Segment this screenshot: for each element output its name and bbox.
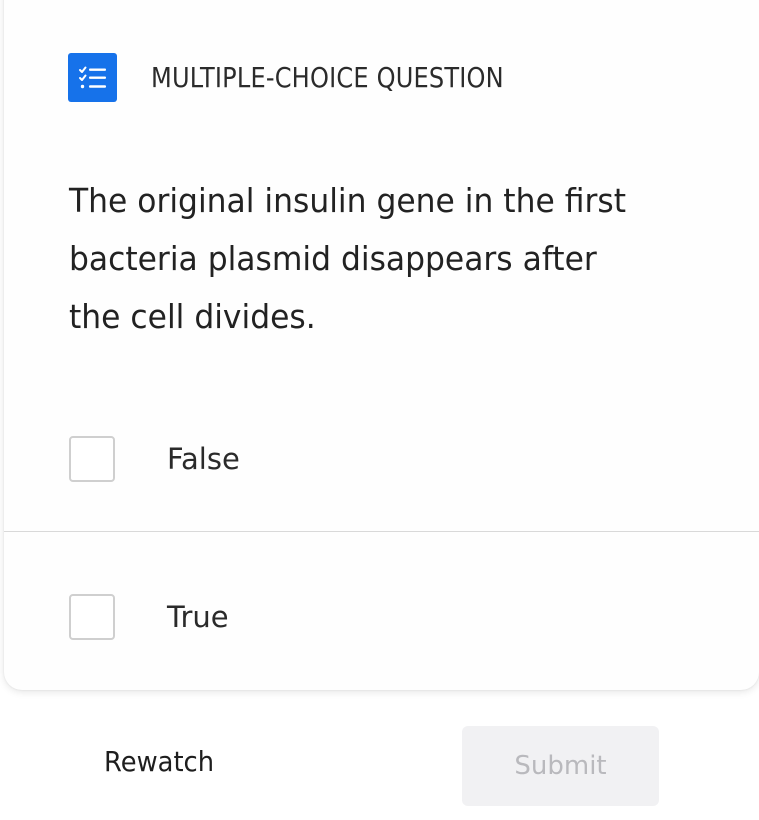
checklist-icon [68, 53, 117, 102]
option-false-label: False [167, 442, 240, 476]
rewatch-button[interactable]: Rewatch [104, 745, 214, 778]
question-type-label: MULTIPLE-CHOICE QUESTION [151, 61, 504, 94]
submit-button[interactable]: Submit [462, 726, 659, 806]
option-true[interactable]: True [0, 538, 759, 696]
option-false[interactable]: False [0, 380, 759, 538]
option-true-label: True [167, 600, 229, 634]
question-text: The original insulin gene in the first b… [69, 181, 626, 336]
option-false-checkbox[interactable] [69, 436, 115, 482]
quiz-page: MULTIPLE-CHOICE QUESTION The original in… [0, 0, 759, 820]
question-header: MULTIPLE-CHOICE QUESTION [68, 53, 561, 102]
option-divider [4, 531, 759, 532]
option-true-checkbox[interactable] [69, 594, 115, 640]
